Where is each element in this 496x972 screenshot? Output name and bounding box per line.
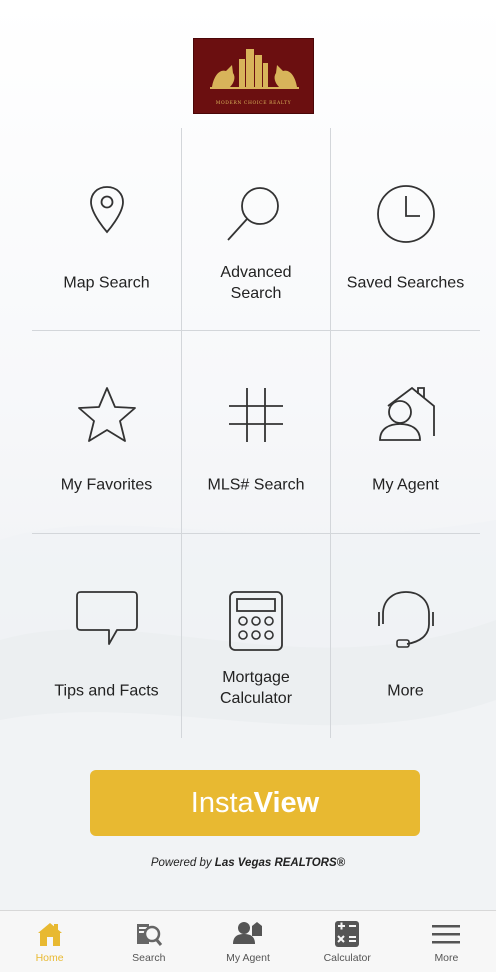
calculator-icon — [229, 591, 283, 651]
my-favorites-label: My Favorites — [60, 476, 153, 494]
brokerage-logo: MODERN CHOICE REALTY — [193, 38, 314, 114]
my-agent-button[interactable]: My Agent — [331, 331, 480, 534]
mortgage-calculator-label: Mortgage Calculator — [219, 669, 293, 707]
instaview-button[interactable]: Insta View — [90, 770, 420, 836]
instaview-light-text: Insta — [190, 786, 254, 819]
mortgage-calculator-button[interactable]: Mortgage Calculator — [182, 534, 331, 738]
calculator-tab-icon — [335, 921, 360, 947]
my-favorites-button[interactable]: My Favorites — [32, 331, 182, 534]
home-icon — [37, 923, 62, 946]
search-listing-icon — [136, 924, 162, 946]
tab-search-label: Search — [132, 952, 166, 964]
tab-home[interactable]: Home — [0, 911, 99, 972]
menu-icon — [432, 925, 461, 944]
tab-my-agent[interactable]: My Agent — [198, 911, 297, 972]
tab-my-agent-label: My Agent — [226, 952, 270, 964]
tips-and-facts-button[interactable]: Tips and Facts — [32, 534, 182, 738]
agent-icon — [233, 922, 262, 944]
feature-grid: Map Search Advanced Search Saved Searches… — [32, 128, 480, 738]
tab-search[interactable]: Search — [99, 911, 198, 972]
star-icon — [77, 387, 136, 442]
tips-and-facts-label: Tips and Facts — [54, 682, 159, 700]
powered-by-brand: Las Vegas REALTORS® — [214, 857, 346, 869]
more-button[interactable]: More — [331, 534, 480, 738]
powered-by-text: Powered by Las Vegas REALTORS® — [150, 857, 346, 869]
speech-bubble-icon — [75, 591, 138, 645]
mls-search-label: MLS# Search — [207, 476, 305, 494]
bottom-tab-bar: Home Search My Agent Calculator More — [0, 910, 496, 972]
instaview-bold-text: View — [253, 786, 320, 819]
tab-more-label: More — [434, 952, 459, 964]
advanced-search-label: Advanced Search — [220, 264, 292, 302]
tab-more[interactable]: More — [397, 911, 496, 972]
agent-house-icon — [378, 386, 435, 441]
map-search-label: Map Search — [63, 274, 150, 292]
tab-home-label: Home — [35, 952, 64, 964]
saved-searches-label: Saved Searches — [346, 274, 465, 292]
hash-icon — [229, 388, 283, 442]
saved-searches-button[interactable]: Saved Searches — [331, 128, 480, 331]
magnifier-icon — [227, 187, 279, 241]
mls-search-button[interactable]: MLS# Search — [182, 331, 331, 534]
map-pin-icon — [89, 186, 124, 234]
tab-calculator[interactable]: Calculator — [298, 911, 397, 972]
headset-icon — [377, 591, 434, 648]
clock-icon — [376, 185, 435, 243]
more-label: More — [387, 682, 424, 700]
map-search-button[interactable]: Map Search — [32, 128, 182, 331]
tab-calculator-label: Calculator — [323, 952, 371, 964]
logo-emblem-icon — [210, 49, 299, 89]
logo-text: MODERN CHOICE REALTY — [215, 101, 292, 106]
my-agent-label: My Agent — [372, 476, 439, 494]
advanced-search-button[interactable]: Advanced Search — [182, 128, 331, 331]
